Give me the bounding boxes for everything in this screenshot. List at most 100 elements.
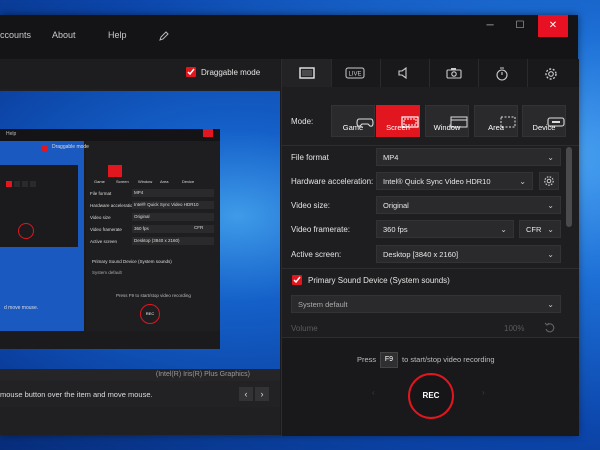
nested-nested-tile xyxy=(30,181,36,187)
file-format-value: MP4 xyxy=(383,153,399,162)
prev-hint-button[interactable]: ‹ xyxy=(239,387,253,401)
chevron-down-icon: ⌄ xyxy=(500,225,507,234)
minimize-button[interactable]: ─ xyxy=(475,15,505,37)
sound-device-checkbox[interactable] xyxy=(292,275,302,285)
sound-source-dropdown[interactable]: System default ⌄ xyxy=(291,295,561,313)
video-size-dropdown[interactable]: Original ⌄ xyxy=(376,196,561,214)
press-label: Press xyxy=(357,355,377,364)
nested-help: Help xyxy=(6,131,17,137)
framerate-dropdown[interactable]: 360 fps ⌄ xyxy=(376,220,514,238)
nested-rec-button: REC xyxy=(140,304,160,324)
hw-accel-dropdown[interactable]: Intel® Quick Sync Video HDR10 ⌄ xyxy=(376,172,533,190)
tab-audio[interactable] xyxy=(380,59,430,87)
gear-icon xyxy=(545,68,557,80)
menu-accounts[interactable]: ccounts xyxy=(0,30,31,40)
nested-row-value: MP4 xyxy=(132,189,214,197)
divider xyxy=(282,145,579,146)
nested-nested-tile xyxy=(22,181,28,187)
nested-mode-label: Area xyxy=(160,179,169,184)
gear-icon xyxy=(544,176,554,186)
preview-pane: Draggable mode Help d move mouse. Dragga… xyxy=(0,59,280,435)
mode-device-button[interactable]: Device xyxy=(522,105,566,137)
menu-help[interactable]: Help xyxy=(108,30,127,40)
mode-game-button[interactable]: Game xyxy=(331,105,375,137)
nested-mode-screen xyxy=(108,165,122,177)
mode-window-button[interactable]: Window xyxy=(425,105,469,137)
settings-scrollbar[interactable] xyxy=(566,147,572,227)
title-bar: ccounts About Help ─ ☐ ✕ xyxy=(0,15,578,59)
preview-area[interactable]: Help d move mouse. Draggable mode Game S… xyxy=(0,91,280,369)
sound-device-label: Primary Sound Device (System sounds) xyxy=(308,276,450,285)
prev-arrow-icon: ‹ xyxy=(372,388,375,397)
preview-header: Draggable mode xyxy=(0,59,280,89)
pencil-icon[interactable] xyxy=(158,29,170,41)
nested-sound-device: Primary Sound Device (System sounds) xyxy=(92,259,172,264)
mode-area-button[interactable]: Area xyxy=(474,105,518,137)
nested-mode-label: Screen xyxy=(116,179,129,184)
nested-record-hint: to start/stop video recording xyxy=(135,293,191,298)
next-hint-button[interactable]: › xyxy=(255,387,269,401)
chevron-down-icon: ⌄ xyxy=(547,225,554,234)
tab-screen-recording[interactable] xyxy=(282,59,332,87)
nested-row-label: Hardware acceleration xyxy=(90,203,136,208)
nested-mode-label: Device xyxy=(182,179,195,184)
mode-label: Mode: xyxy=(291,117,314,126)
video-size-value: Original xyxy=(383,201,409,210)
close-button[interactable]: ✕ xyxy=(538,15,568,37)
nested-row-label: Video framerate xyxy=(90,227,122,232)
rec-button[interactable]: REC xyxy=(408,373,454,419)
nested-settings-panel: Draggable mode Game Screen Window Area Devic… xyxy=(42,141,220,331)
maximize-button[interactable]: ☐ xyxy=(505,15,535,37)
nested-row-value: Intel® Quick Sync Video HDR10 xyxy=(132,201,214,209)
tab-live[interactable]: LIVE xyxy=(331,59,381,87)
divider xyxy=(282,268,579,269)
nested-row-extra: CFR xyxy=(194,225,204,230)
nested-sound-default: System default xyxy=(92,270,122,275)
nested-row-value: Original xyxy=(132,213,214,221)
nested-close-icon xyxy=(203,129,213,137)
menu-about[interactable]: About xyxy=(52,30,76,40)
gpu-text: (Intel(R) Iris(R) Plus Graphics) xyxy=(155,371,250,378)
file-format-dropdown[interactable]: MP4 ⌄ xyxy=(376,148,561,166)
mode-device-label: Device xyxy=(532,123,556,132)
tab-settings[interactable] xyxy=(527,59,576,87)
nested-row-label: File format xyxy=(90,191,112,196)
tab-webcam[interactable] xyxy=(429,59,479,87)
mode-window-label: Window xyxy=(433,123,461,132)
mode-screen-button[interactable]: Screen xyxy=(376,105,420,137)
gpu-label: (Intel(R) Iris(R) Plus Graphics) xyxy=(0,369,280,381)
framerate-mode-dropdown[interactable]: CFR ⌄ xyxy=(519,220,561,238)
nested-row-value: Desktop (3840 x 2160) xyxy=(132,237,214,245)
active-screen-value: Desktop [3840 x 2160] xyxy=(383,250,459,259)
settings-pane: LIVE Mode: Game Screen Window Area Device Fi… xyxy=(281,59,579,436)
chevron-down-icon: ⌄ xyxy=(547,300,554,309)
nested-nested-window xyxy=(0,165,78,247)
framerate-label: Video framerate: xyxy=(291,225,350,234)
hw-accel-settings-button[interactable] xyxy=(539,172,559,190)
live-icon: LIVE xyxy=(345,67,365,79)
video-size-label: Video size: xyxy=(291,201,330,210)
tab-timer[interactable] xyxy=(478,59,528,87)
hw-accel-value: Intel® Quick Sync Video HDR10 xyxy=(383,177,491,186)
active-screen-dropdown[interactable]: Desktop [3840 x 2160] ⌄ xyxy=(376,245,561,263)
nested-press: Press xyxy=(116,293,128,298)
file-format-label: File format xyxy=(291,153,329,162)
chevron-down-icon: ⌄ xyxy=(519,177,526,186)
mode-game-label: Game xyxy=(342,123,364,132)
camera-icon xyxy=(446,68,462,79)
hotkey-badge: F9 xyxy=(380,352,398,368)
framerate-mode-value: CFR xyxy=(526,225,542,234)
record-section: Press F9 to start/stop video recording R… xyxy=(282,337,579,436)
volume-value: 100% xyxy=(504,324,525,333)
nested-mode-label: Game xyxy=(94,179,105,184)
mode-area-label: Area xyxy=(488,123,504,132)
framerate-value: 360 fps xyxy=(383,225,408,234)
nested-nested-rec-icon xyxy=(18,223,34,239)
nested-draggable-checkbox xyxy=(42,145,48,151)
draggable-mode-checkbox[interactable] xyxy=(186,67,196,77)
svg-text:LIVE: LIVE xyxy=(348,72,361,78)
hint-text: mouse button over the item and move mous… xyxy=(0,390,153,399)
nested-title-bar: Help xyxy=(0,129,220,141)
hint-bar: mouse button over the item and move mous… xyxy=(0,381,280,407)
hw-accel-label: Hardware acceleration: xyxy=(291,177,374,186)
